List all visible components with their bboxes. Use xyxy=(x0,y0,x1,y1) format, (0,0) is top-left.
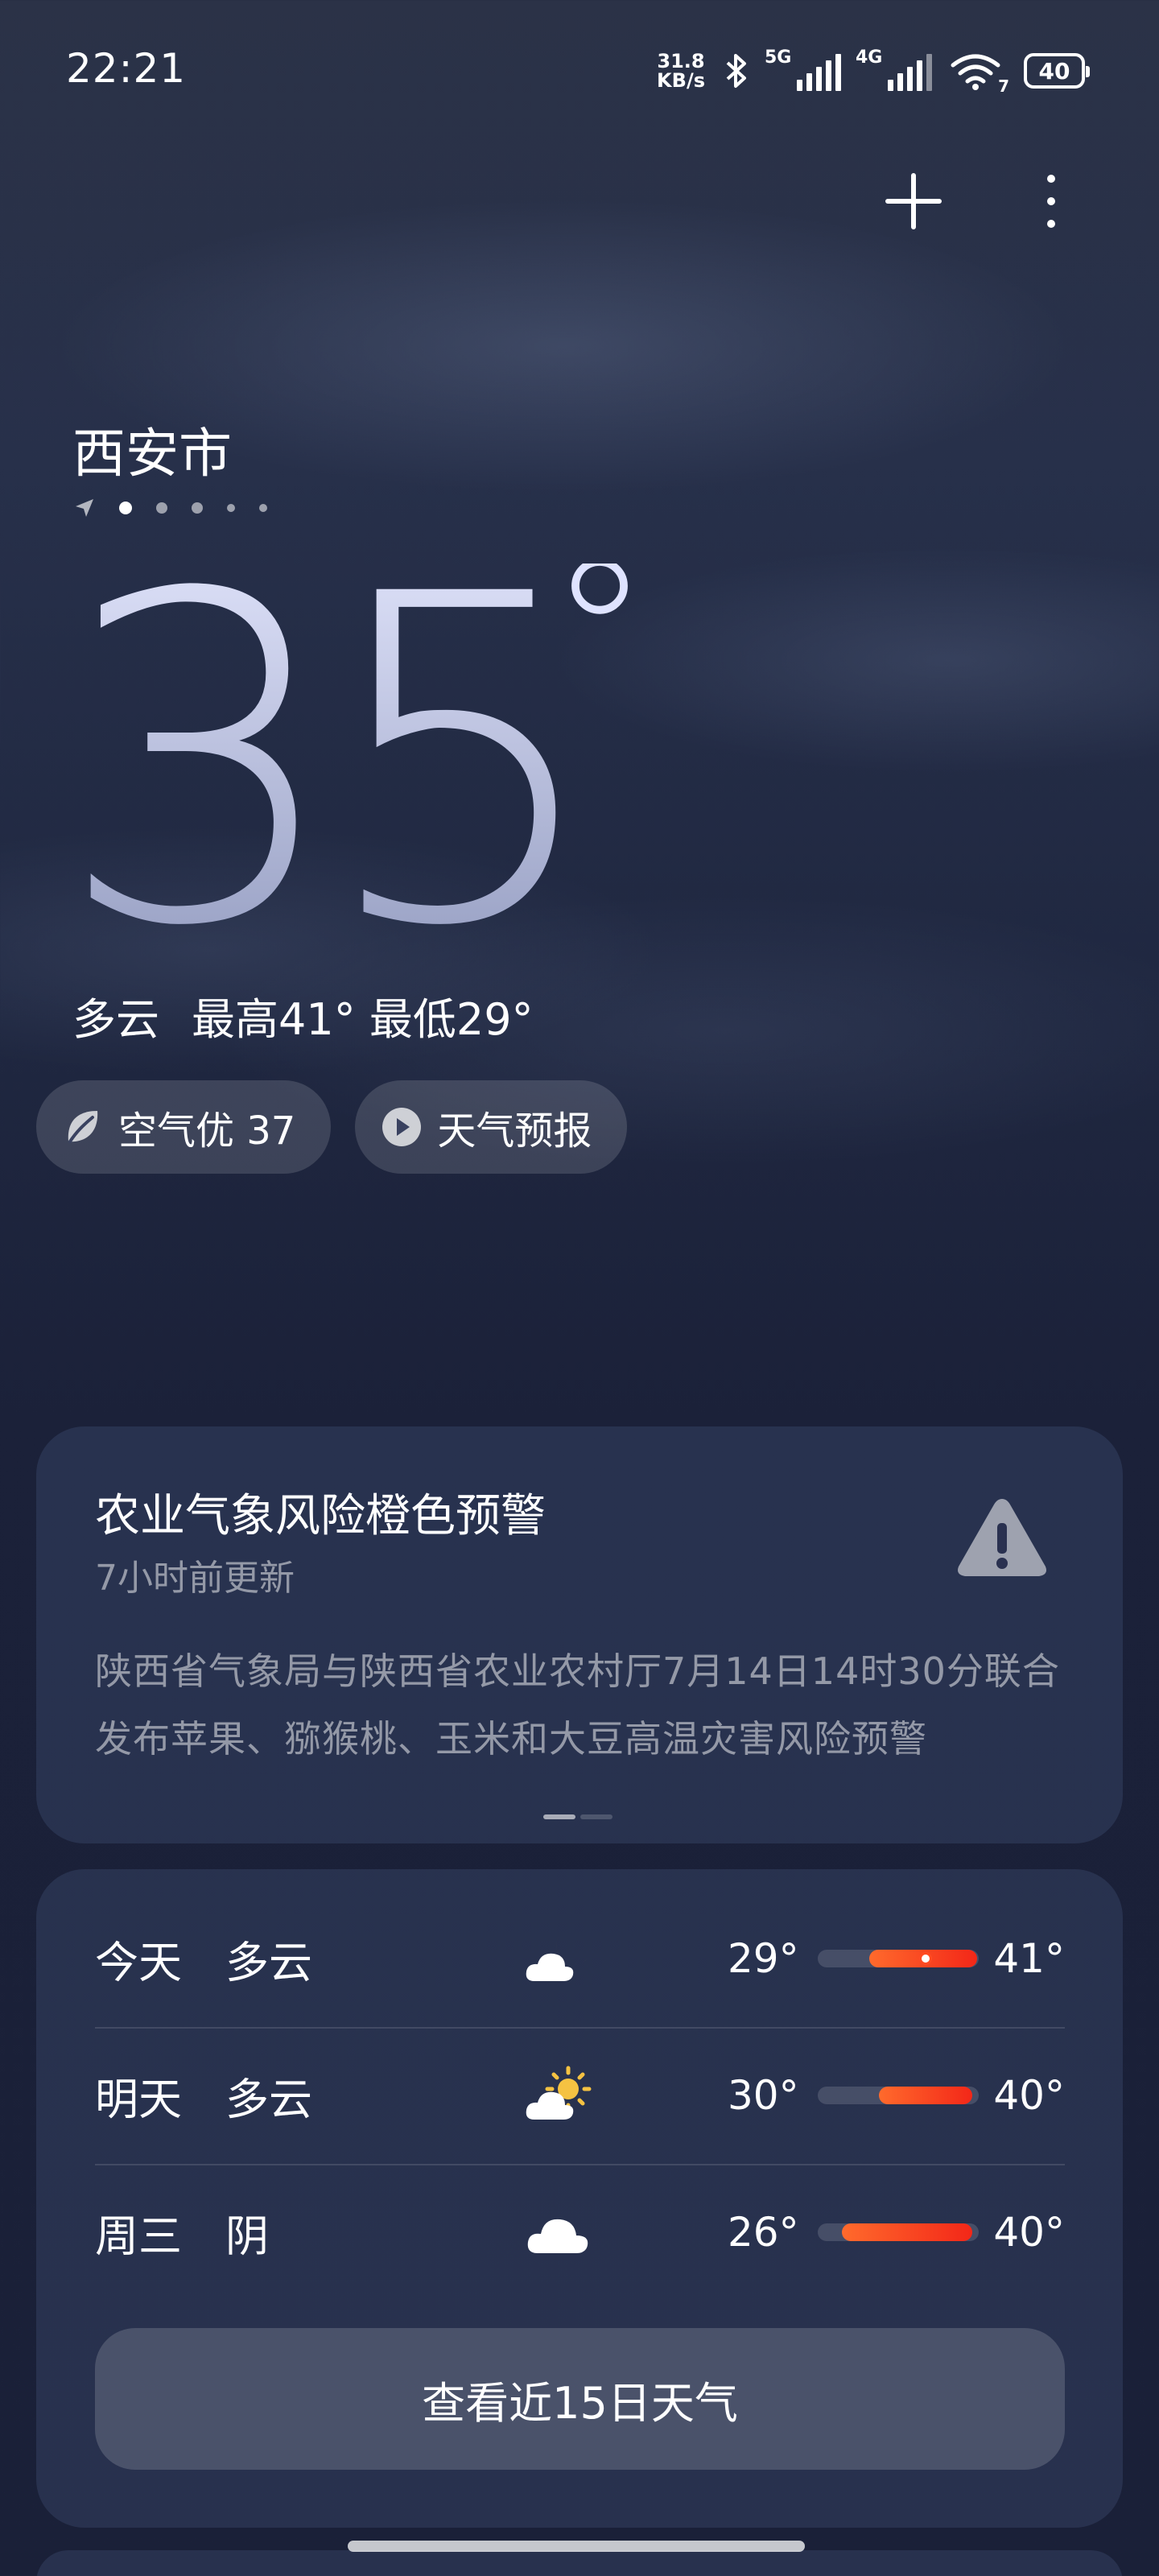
status-icons: 31.8 KB/s 5G 4G 7 40 xyxy=(657,47,1090,96)
air-quality-chip[interactable]: 空气优 37 xyxy=(36,1080,332,1174)
network-speed-value: 31.8 xyxy=(657,50,705,72)
partly-cloudy-day-icon xyxy=(526,2066,592,2120)
wifi-label: 7 xyxy=(998,76,1009,96)
battery-icon: 40 xyxy=(1024,53,1090,89)
forecast-low: 29° xyxy=(728,1935,799,1982)
alert-title: 农业气象风险橙色预警 xyxy=(95,1490,546,1542)
weather-summary: 多云 最高41° 最低29° xyxy=(72,984,534,1047)
status-time: 22:21 xyxy=(66,45,187,92)
weather-forecast-video-chip[interactable]: 天气预报 xyxy=(355,1080,628,1174)
view-15-day-button[interactable]: 查看近15日天气 xyxy=(95,2328,1065,2470)
leaf-icon xyxy=(68,1111,98,1143)
current-temp-marker xyxy=(919,1952,932,1965)
page-dot xyxy=(119,502,132,514)
temperature-range-bar xyxy=(818,1950,979,1967)
forecast-condition: 阴 xyxy=(225,2211,269,2262)
add-city-button[interactable] xyxy=(881,169,946,233)
signal-4g-label: 4G xyxy=(856,47,883,68)
alert-updated-time: 7小时前更新 xyxy=(95,1558,295,1599)
temperature-range-bar xyxy=(818,2087,979,2104)
forecast-low: 26° xyxy=(728,2209,799,2256)
forecast-row[interactable]: 周三 阴 26° 40° xyxy=(95,2164,1065,2301)
forecast-day: 明天 xyxy=(95,2074,182,2125)
high-low-temp: 最高41° 最低29° xyxy=(192,994,534,1045)
network-speed-unit: KB/s xyxy=(657,69,705,92)
bluetooth-icon xyxy=(726,54,746,88)
forecast-day: 周三 xyxy=(95,2211,182,2262)
partly-cloudy-night-icon xyxy=(526,1933,588,1981)
page-dot xyxy=(227,504,235,512)
forecast-high: 40° xyxy=(993,2072,1065,2119)
play-icon xyxy=(382,1108,422,1146)
location-arrow-icon xyxy=(76,499,93,517)
more-options-button[interactable] xyxy=(1027,169,1075,233)
current-condition: 多云 xyxy=(72,994,159,1045)
forecast-condition: 多云 xyxy=(225,1937,312,1988)
temperature-range-fill xyxy=(879,2087,972,2104)
temperature-range-bar xyxy=(818,2223,979,2241)
temperature-range-fill xyxy=(842,2223,972,2241)
forecast-day: 今天 xyxy=(95,1937,182,1988)
alert-pager-inactive xyxy=(580,1814,612,1819)
signal-4g-icon: 4G xyxy=(856,47,932,91)
daily-forecast-card: 今天 多云 29° 41° 明天 多云 30° 40° 周三 阴 26° 40°… xyxy=(36,1869,1123,2528)
battery-level: 40 xyxy=(1038,57,1070,85)
city-page-indicator xyxy=(74,497,267,518)
warning-icon xyxy=(958,1499,1046,1576)
city-name[interactable]: 西安市 xyxy=(72,411,232,488)
forecast-high: 41° xyxy=(993,1935,1065,1982)
status-bar: 22:21 31.8 KB/s 5G 4G 7 40 xyxy=(0,0,1159,137)
current-temperature: 35 ° xyxy=(56,564,652,950)
page-dot xyxy=(259,504,267,512)
current-temperature-value: 35 xyxy=(56,564,582,950)
signal-5g-label: 5G xyxy=(765,47,792,68)
page-dot xyxy=(192,502,203,514)
alert-pager xyxy=(543,1814,612,1819)
weather-forecast-label: 天气预报 xyxy=(437,1108,592,1154)
forecast-condition: 多云 xyxy=(225,2074,312,2125)
alert-pager-active xyxy=(543,1814,575,1819)
alert-body: 陕西省气象局与陕西省农业农村厅7月14日14时30分联合发布苹果、猕猴桃、玉米和… xyxy=(95,1649,1060,1761)
cloud-icon xyxy=(527,2219,588,2253)
forecast-low: 30° xyxy=(728,2072,799,2119)
forecast-row[interactable]: 明天 多云 30° 40° xyxy=(95,2027,1065,2164)
info-chips: 空气优 37 天气预报 xyxy=(36,1080,628,1174)
wifi-icon: 7 xyxy=(950,51,1009,96)
degree-symbol: ° xyxy=(547,564,652,758)
network-speed: 31.8 KB/s xyxy=(657,52,705,90)
signal-5g-icon: 5G xyxy=(765,47,841,91)
forecast-row[interactable]: 今天 多云 29° 41° xyxy=(95,1890,1065,2027)
home-indicator[interactable] xyxy=(348,2541,805,2552)
next-card xyxy=(36,2550,1123,2576)
page-dot xyxy=(156,502,167,514)
air-quality-label: 空气优 37 xyxy=(118,1108,296,1154)
weather-alert-card[interactable]: 农业气象风险橙色预警 7小时前更新 陕西省气象局与陕西省农业农村厅7月14日14… xyxy=(36,1426,1123,1843)
forecast-high: 40° xyxy=(993,2209,1065,2256)
